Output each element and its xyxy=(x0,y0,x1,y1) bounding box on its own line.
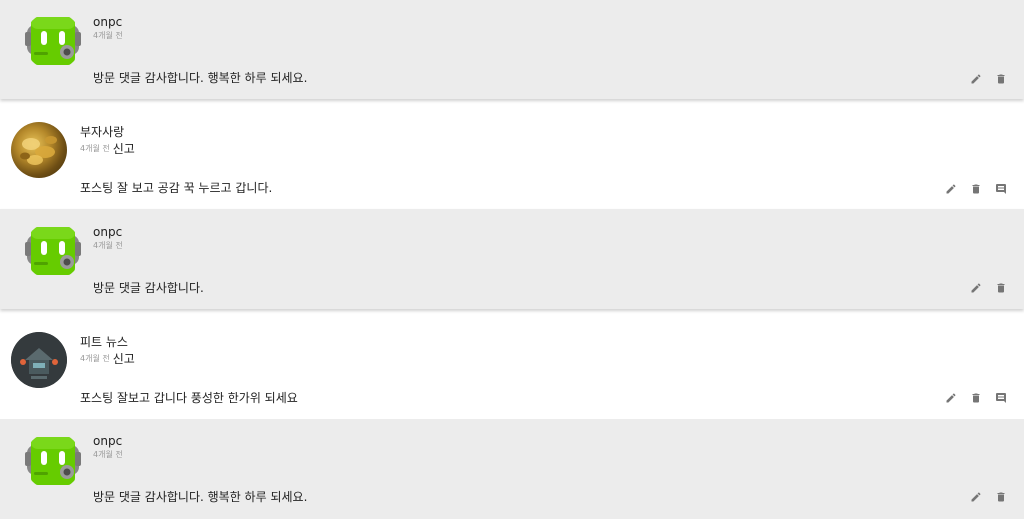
green-robot-avatar[interactable] xyxy=(24,432,82,490)
green-robot-avatar[interactable] xyxy=(24,222,82,280)
comment-text: 방문 댓글 감사합니다. 행복한 하루 되세요. xyxy=(93,490,308,504)
comment-icon[interactable] xyxy=(995,183,1007,195)
comment-meta: 4개월 전 신고 xyxy=(80,140,135,157)
trash-icon[interactable] xyxy=(995,73,1007,85)
comment-meta: 4개월 전 xyxy=(93,240,123,251)
green-robot-avatar[interactable] xyxy=(24,12,82,70)
comment-list: onpc 4개월 전 방문 댓글 감사합니다. 행복한 하루 되세요. 부자사랑… xyxy=(0,0,1024,519)
trash-icon[interactable] xyxy=(995,282,1007,294)
pencil-icon[interactable] xyxy=(970,282,982,294)
comment-meta: 4개월 전 xyxy=(93,30,123,41)
comment-time: 4개월 전 xyxy=(93,241,123,250)
report-link[interactable]: 신고 xyxy=(113,350,135,367)
pencil-icon[interactable] xyxy=(970,73,982,85)
comment-actions xyxy=(932,183,1007,195)
reply-comment: onpc 4개월 전 방문 댓글 감사합니다. xyxy=(0,209,1024,309)
comment-text: 방문 댓글 감사합니다. xyxy=(93,281,204,295)
comment-text: 포스팅 잘보고 갑니다 풍성한 한가위 되세요 xyxy=(80,391,298,405)
trash-icon[interactable] xyxy=(970,392,982,404)
comment-author[interactable]: 피트 뉴스 xyxy=(80,333,128,350)
comment-time: 4개월 전 xyxy=(93,31,123,40)
trash-icon[interactable] xyxy=(970,183,982,195)
comment-actions xyxy=(957,73,1007,85)
comment-actions xyxy=(957,282,1007,294)
comment-text: 포스팅 잘 보고 공감 꾹 누르고 갑니다. xyxy=(80,181,273,195)
pencil-icon[interactable] xyxy=(945,392,957,404)
comment-time: 4개월 전 xyxy=(93,450,123,459)
reply-comment: onpc 4개월 전 방문 댓글 감사합니다. 행복한 하루 되세요. xyxy=(0,0,1024,99)
comment-author[interactable]: onpc xyxy=(93,15,122,29)
comment-author[interactable]: 부자사랑 xyxy=(80,123,124,140)
comment: 피트 뉴스 4개월 전 신고 포스팅 잘보고 갑니다 풍성한 한가위 되세요 xyxy=(0,318,1024,419)
comment-actions xyxy=(957,491,1007,503)
dark-house-avatar[interactable] xyxy=(11,332,67,388)
trash-icon[interactable] xyxy=(995,491,1007,503)
reply-comment: onpc 4개월 전 방문 댓글 감사합니다. 행복한 하루 되세요. xyxy=(0,419,1024,519)
report-link[interactable]: 신고 xyxy=(113,140,135,157)
comment-time: 4개월 전 xyxy=(80,144,110,153)
comment-author[interactable]: onpc xyxy=(93,434,122,448)
comment-meta: 4개월 전 xyxy=(93,449,123,460)
comment-text: 방문 댓글 감사합니다. 행복한 하루 되세요. xyxy=(93,71,308,85)
pencil-icon[interactable] xyxy=(970,491,982,503)
comment-actions xyxy=(932,392,1007,404)
gold-coins-avatar[interactable] xyxy=(11,122,67,178)
comment-meta: 4개월 전 신고 xyxy=(80,350,135,367)
comment-icon[interactable] xyxy=(995,392,1007,404)
comment-author[interactable]: onpc xyxy=(93,225,122,239)
comment-time: 4개월 전 xyxy=(80,354,110,363)
pencil-icon[interactable] xyxy=(945,183,957,195)
comment: 부자사랑 4개월 전 신고 포스팅 잘 보고 공감 꾹 누르고 갑니다. xyxy=(0,108,1024,209)
